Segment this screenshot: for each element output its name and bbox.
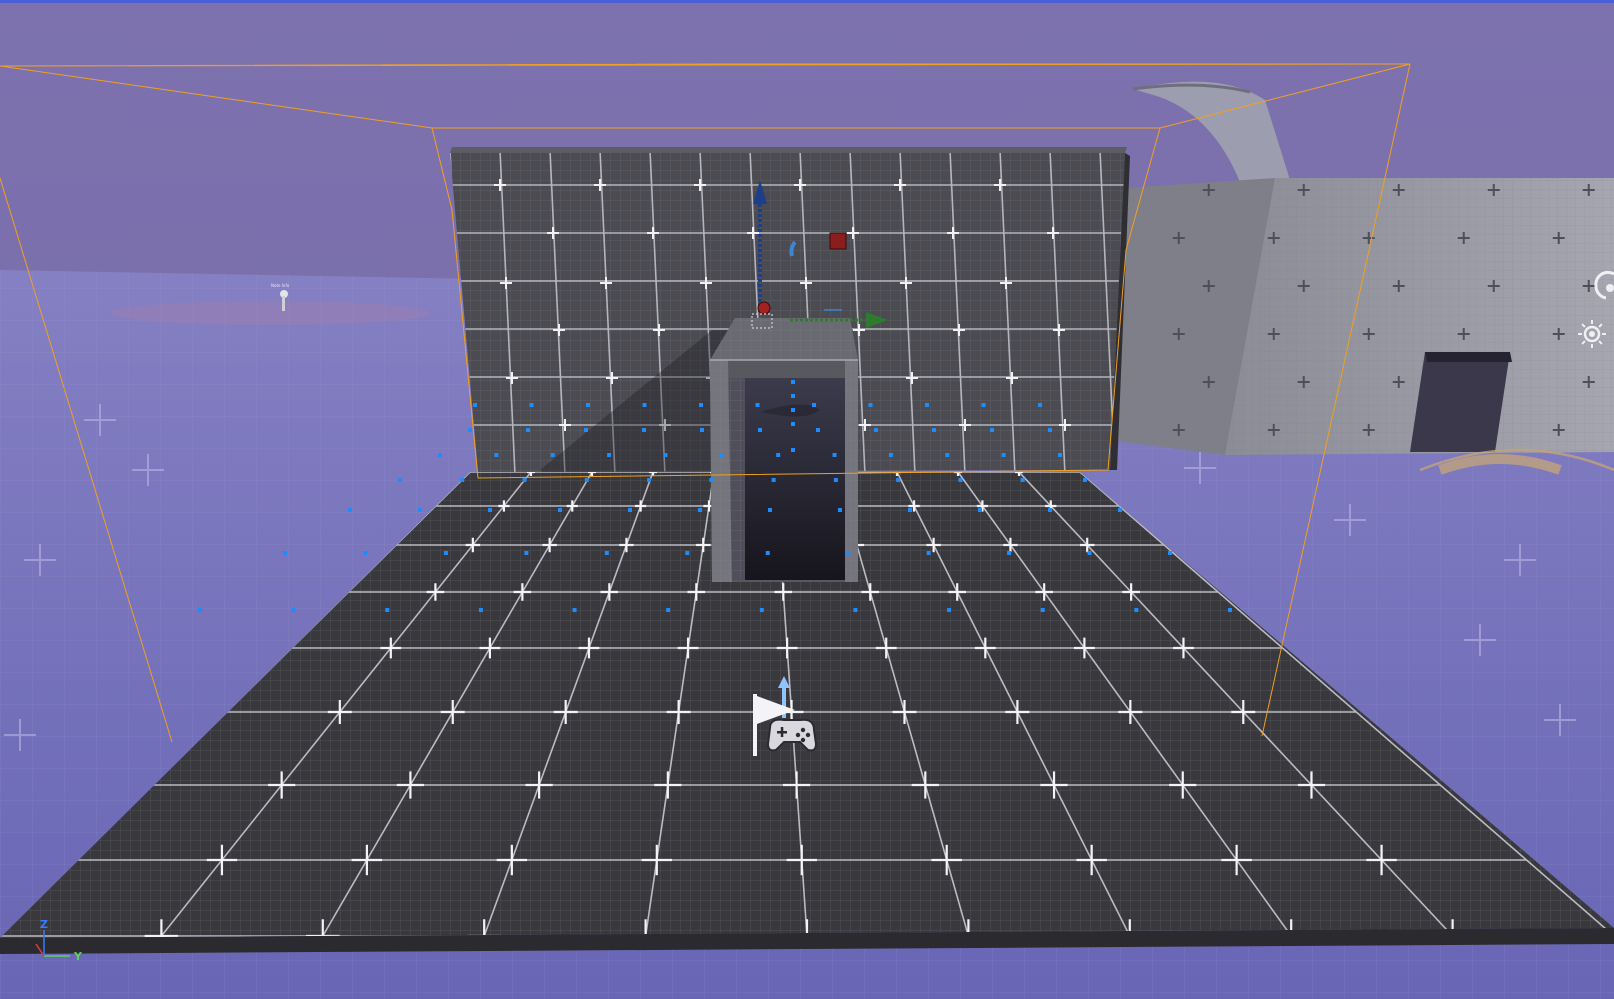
gizmo-pivot[interactable] bbox=[757, 301, 771, 315]
tunnel-block[interactable] bbox=[710, 318, 858, 582]
axis-z-label: Z bbox=[40, 918, 48, 931]
building-doorway bbox=[1410, 352, 1510, 452]
viewport-scene[interactable]: Note Info Z Y bbox=[0, 0, 1614, 999]
building-block bbox=[1108, 178, 1614, 475]
level-viewport[interactable]: Note Info Z Y bbox=[0, 0, 1614, 999]
gizmo-plane-handle[interactable] bbox=[829, 232, 847, 250]
note-actor-label: Note Info bbox=[271, 283, 290, 288]
axis-y-label: Y bbox=[73, 950, 83, 963]
viewport-top-edge bbox=[0, 0, 1614, 3]
far-shadow-disc bbox=[110, 301, 430, 325]
